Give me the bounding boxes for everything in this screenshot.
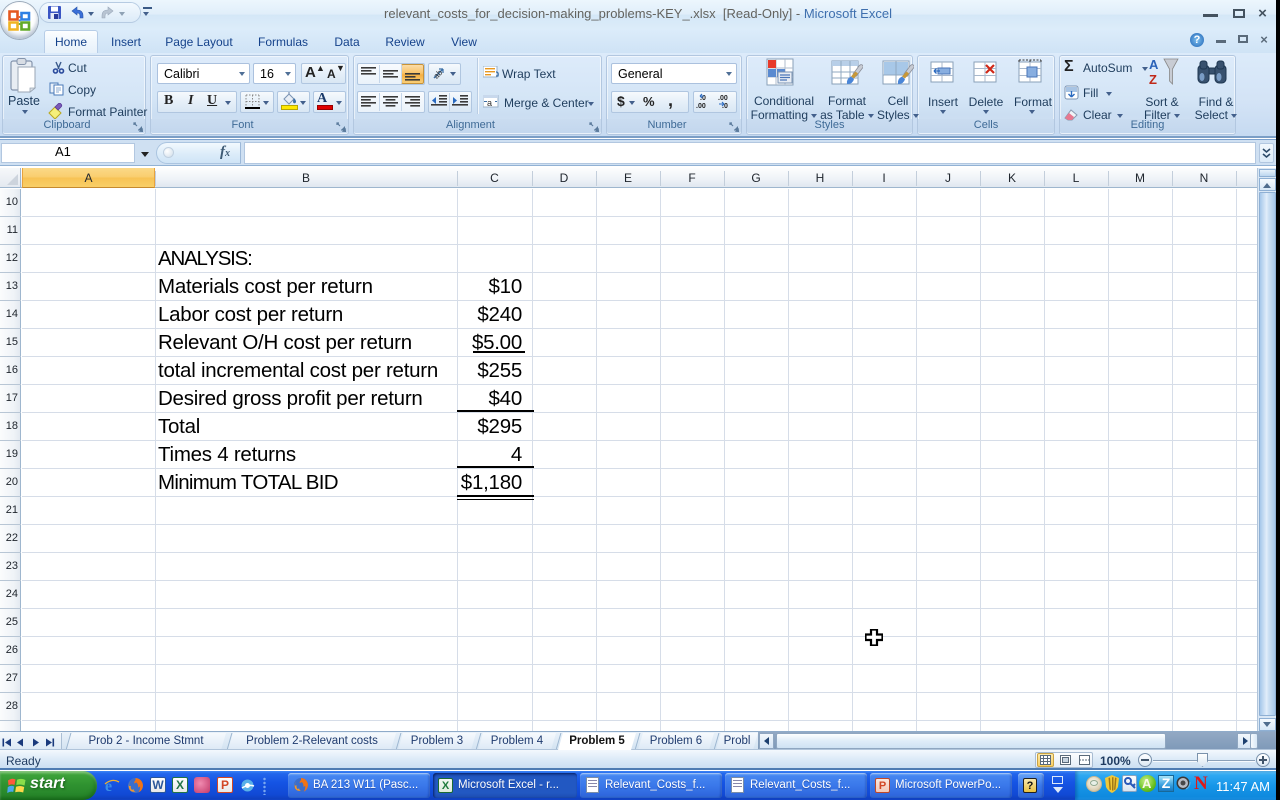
svg-text:.00: .00: [696, 103, 706, 109]
svg-text:Z: Z: [1149, 72, 1157, 87]
svg-text:a: a: [487, 98, 492, 108]
svg-text:A: A: [1149, 57, 1159, 72]
svg-text:.00: .00: [718, 95, 728, 102]
